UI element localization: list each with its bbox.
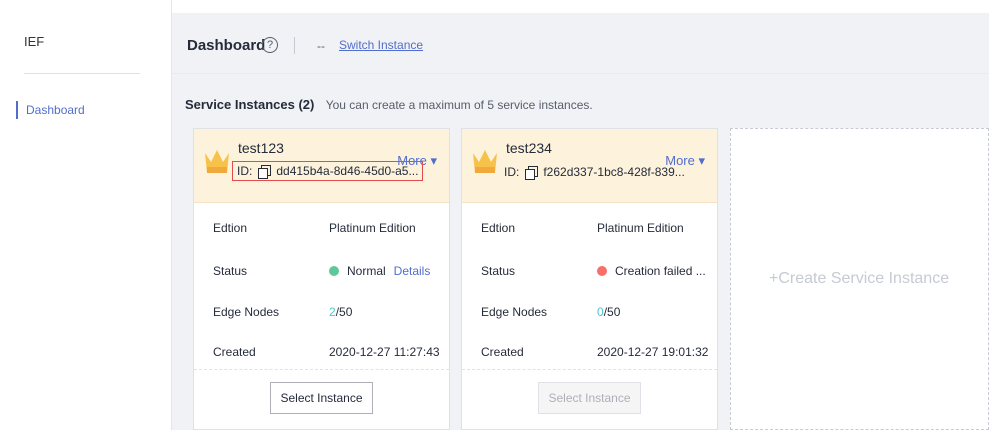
section-header: Service Instances (2) You can create a m… <box>185 97 593 112</box>
main-content: Service Instances (2) You can create a m… <box>172 74 989 430</box>
select-instance-button[interactable]: Select Instance <box>270 382 373 414</box>
sidebar-item-label: Dashboard <box>26 103 85 117</box>
created-value: 2020-12-27 11:27:43 <box>329 345 440 359</box>
id-label: ID: <box>504 165 520 179</box>
help-icon[interactable]: ? <box>262 37 278 53</box>
details-link[interactable]: Details <box>394 264 431 278</box>
card-footer: Select Instance <box>462 369 717 430</box>
edge-nodes-label: Edge Nodes <box>481 305 548 319</box>
active-marker <box>16 101 18 119</box>
sidebar: IEF Dashboard <box>0 0 172 430</box>
edge-nodes-label: Edge Nodes <box>213 305 280 319</box>
card-header: test123 More ▾ ID: dd415b4a-8d46-45d0-a5… <box>194 129 449 203</box>
header-divider <box>294 37 295 54</box>
status-value: Creation failed ... <box>597 264 706 278</box>
select-instance-button[interactable]: Select Instance <box>538 382 641 414</box>
page-title: Dashboard <box>187 37 266 54</box>
section-hint: You can create a maximum of 5 service in… <box>325 98 593 112</box>
current-instance: -- <box>317 39 325 53</box>
instance-id-row: ID: f262d337-1bc8-428f-839... <box>504 165 685 180</box>
instance-name: test123 <box>238 140 284 156</box>
card-footer: Select Instance <box>194 369 449 430</box>
status-label: Status <box>213 264 248 278</box>
edition-label: Edtion <box>213 221 248 235</box>
create-instance-card[interactable]: +Create Service Instance <box>730 128 989 430</box>
instance-id-row: ID: dd415b4a-8d46-45d0-a5... <box>232 161 424 181</box>
status-text: Normal <box>347 264 386 278</box>
instance-id: dd415b4a-8d46-45d0-a5... <box>276 164 419 178</box>
nodes-total: 50 <box>339 305 353 319</box>
nodes-used: 0 <box>597 305 604 319</box>
section-title: Service Instances (2) <box>185 97 315 112</box>
service-name: IEF <box>24 34 45 49</box>
instance-card[interactable]: test123 More ▾ ID: dd415b4a-8d46-45d0-a5… <box>193 128 450 430</box>
sidebar-item-dashboard[interactable]: Dashboard <box>16 100 85 120</box>
id-label: ID: <box>237 164 253 178</box>
created-label: Created <box>481 345 524 359</box>
copy-icon[interactable] <box>525 166 539 180</box>
status-dot-icon <box>597 266 607 276</box>
edge-nodes-value: 2/50 <box>329 305 352 319</box>
created-label: Created <box>213 345 256 359</box>
instance-id: f262d337-1bc8-428f-839... <box>543 165 685 179</box>
page-header: Dashboard ? -- Switch Instance <box>172 13 989 74</box>
created-value: 2020-12-27 19:01:32 <box>597 345 709 359</box>
edition-value: Platinum Edition <box>329 221 416 235</box>
status-dot-icon <box>329 266 339 276</box>
status-value: Normal Details <box>329 264 430 278</box>
switch-instance-link[interactable]: Switch Instance <box>339 38 423 52</box>
crown-icon <box>205 150 229 173</box>
crown-icon <box>473 150 497 173</box>
sidebar-divider <box>24 73 140 74</box>
copy-icon[interactable] <box>258 165 272 179</box>
edition-label: Edtion <box>481 221 516 235</box>
card-header: test234 More ▾ ID: f262d337-1bc8-428f-83… <box>462 129 717 203</box>
status-label: Status <box>481 264 516 278</box>
edition-value: Platinum Edition <box>597 221 684 235</box>
instance-card[interactable]: test234 More ▾ ID: f262d337-1bc8-428f-83… <box>461 128 718 430</box>
nodes-used: 2 <box>329 305 336 319</box>
instance-name: test234 <box>506 140 552 156</box>
edge-nodes-value: 0/50 <box>597 305 620 319</box>
nodes-total: 50 <box>607 305 621 319</box>
status-text: Creation failed ... <box>615 264 706 278</box>
create-instance-label: +Create Service Instance <box>769 270 950 287</box>
